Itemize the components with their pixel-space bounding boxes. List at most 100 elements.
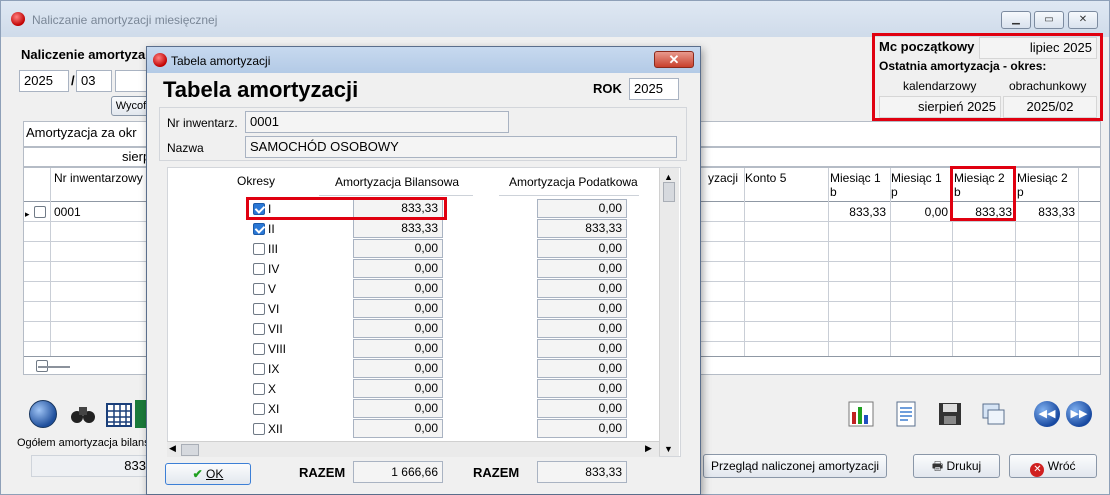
minimize-button[interactable]: ▁: [1001, 11, 1031, 29]
document-icon[interactable]: [892, 400, 920, 428]
row-nr-cell: 0001: [54, 205, 81, 219]
scroll-down-icon[interactable]: ▼: [664, 444, 673, 454]
binoculars-icon[interactable]: [69, 400, 97, 428]
rok-label: ROK: [593, 81, 622, 96]
period-label: VI: [268, 302, 280, 316]
header-m1p: Miesiąc 1 p: [891, 171, 942, 199]
highlight-m2b: [950, 166, 1016, 221]
period-checkbox[interactable]: [253, 423, 265, 435]
bilansowa-value: 0,00: [353, 399, 443, 418]
month-field[interactable]: 03: [76, 70, 112, 92]
period-checkbox[interactable]: [253, 283, 265, 295]
dialog-v-scrollbar[interactable]: ▲ ▼: [659, 168, 679, 456]
highlight-info-panel: [872, 33, 1103, 121]
period-label: VIII: [268, 342, 287, 356]
period-label: VII: [268, 322, 283, 336]
nr-field[interactable]: 0001: [245, 111, 509, 133]
bilansowa-value: 0,00: [353, 339, 443, 358]
row-m1p-cell: 0,00: [924, 205, 948, 219]
period-checkbox[interactable]: [253, 343, 265, 355]
scroll-thumb[interactable]: [663, 182, 675, 202]
row-checkbox[interactable]: [34, 206, 46, 218]
nazwa-label: Nazwa: [167, 141, 204, 155]
scroll-up-icon[interactable]: ▲: [664, 172, 673, 182]
podatkowa-value: 0,00: [537, 279, 627, 298]
windows-icon[interactable]: [979, 400, 1007, 428]
header-m1b: Miesiąc 1 b: [830, 171, 881, 199]
dialog-h-scrollbar[interactable]: ◀ ▶: [167, 441, 659, 457]
year-field[interactable]: 2025: [19, 70, 69, 92]
h-scroll-thumb[interactable]: [181, 444, 199, 456]
dialog-app-icon: [153, 53, 167, 67]
drukuj-button[interactable]: 🖶 Drukuj: [913, 454, 1000, 478]
period-label: II: [268, 222, 275, 236]
nazwa-field[interactable]: SAMOCHÓD OSOBOWY: [245, 136, 677, 158]
next-icon[interactable]: ▶▶: [1066, 401, 1092, 427]
podatkowa-value: 0,00: [537, 299, 627, 318]
window-title: Naliczanie amortyzacji miesięcznej: [32, 13, 218, 27]
app-icon: [11, 12, 25, 26]
tabela-amortyzacji-dialog: Tabela amortyzacji ✕ Tabela amortyzacji …: [146, 46, 701, 495]
period-checkbox[interactable]: [253, 263, 265, 275]
ok-button[interactable]: ✔ OK: [165, 463, 251, 485]
razem-label-1: RAZEM: [299, 465, 346, 480]
save-icon[interactable]: [936, 400, 964, 428]
calendar-grid-icon[interactable]: [105, 400, 133, 428]
col-bilansowa: Amortyzacja Bilansowa: [335, 175, 460, 189]
period-label: V: [268, 282, 277, 296]
period-checkbox[interactable]: [253, 323, 265, 335]
header-nr: Nr inwentarzowy: [54, 171, 143, 185]
header-konto5: Konto 5: [745, 171, 787, 185]
printer-icon: 🖶: [931, 459, 947, 473]
period-checkbox[interactable]: [253, 403, 265, 415]
chart-icon[interactable]: [847, 400, 875, 428]
period-checkbox[interactable]: [253, 383, 265, 395]
bilansowa-value: 0,00: [353, 299, 443, 318]
row-m1b-cell: 833,33: [849, 205, 886, 219]
close-button[interactable]: ✕: [1068, 11, 1098, 29]
maximize-button[interactable]: ▭: [1034, 11, 1064, 29]
h-scrollbar[interactable]: [38, 366, 70, 368]
dialog-title-bar: Tabela amortyzacji ✕: [147, 47, 700, 73]
ogolem-label: Ogółem amortyzacja bilans: [17, 437, 150, 449]
nr-label: Nr inwentarz.: [167, 116, 238, 130]
header-yzacji: yzacji: [708, 171, 739, 185]
period-checkbox[interactable]: [253, 363, 265, 375]
podatkowa-value: 0,00: [537, 359, 627, 378]
wycofaj-button[interactable]: Wycof: [111, 96, 151, 116]
razem-label-2: RAZEM: [473, 465, 520, 480]
period-label: IX: [268, 362, 280, 376]
period-checkbox[interactable]: [253, 223, 265, 235]
bilansowa-value: 0,00: [353, 379, 443, 398]
bilansowa-value: 0,00: [353, 359, 443, 378]
row-pointer-icon: ▸: [25, 209, 30, 219]
scroll-left-icon[interactable]: ◀: [169, 443, 176, 454]
col-podatkowa: Amortyzacja Podatkowa: [509, 175, 638, 189]
scroll-right-icon[interactable]: ▶: [645, 443, 652, 454]
bilansowa-value: 0,00: [353, 419, 443, 438]
wroc-button[interactable]: ✕ Wróć: [1009, 454, 1097, 478]
podatkowa-value: 0,00: [537, 199, 627, 218]
header-m2p: Miesiąc 2 p: [1017, 171, 1068, 199]
podatkowa-value: 0,00: [537, 239, 627, 258]
search-icon[interactable]: [29, 400, 57, 428]
separator: /: [71, 73, 75, 88]
wroc-label: Wróć: [1047, 459, 1076, 473]
period-checkbox[interactable]: [253, 303, 265, 315]
podatkowa-value: 833,33: [537, 219, 627, 238]
przeglad-button[interactable]: Przegląd naliczonej amortyzacji: [703, 454, 887, 478]
row-m2p-cell: 833,33: [1038, 205, 1075, 219]
dialog-heading: Tabela amortyzacji: [163, 77, 359, 102]
dialog-title: Tabela amortyzacji: [171, 54, 271, 68]
rok-field[interactable]: 2025: [629, 78, 679, 100]
dialog-close-button[interactable]: ✕: [654, 51, 694, 68]
col-okresy: Okresy: [237, 174, 276, 188]
razem-bil-value: 1 666,66: [353, 461, 443, 483]
period-checkbox[interactable]: [253, 243, 265, 255]
title-bar: Naliczanie amortyzacji miesięcznej ▁ ▭ ✕: [1, 1, 1109, 37]
period-label: X: [268, 382, 277, 396]
podatkowa-value: 0,00: [537, 399, 627, 418]
previous-icon[interactable]: ◀◀: [1034, 401, 1060, 427]
amortyzacja-za-label: Amortyzacja za okr: [26, 125, 137, 140]
page-heading: Naliczenie amortyza: [21, 47, 146, 62]
